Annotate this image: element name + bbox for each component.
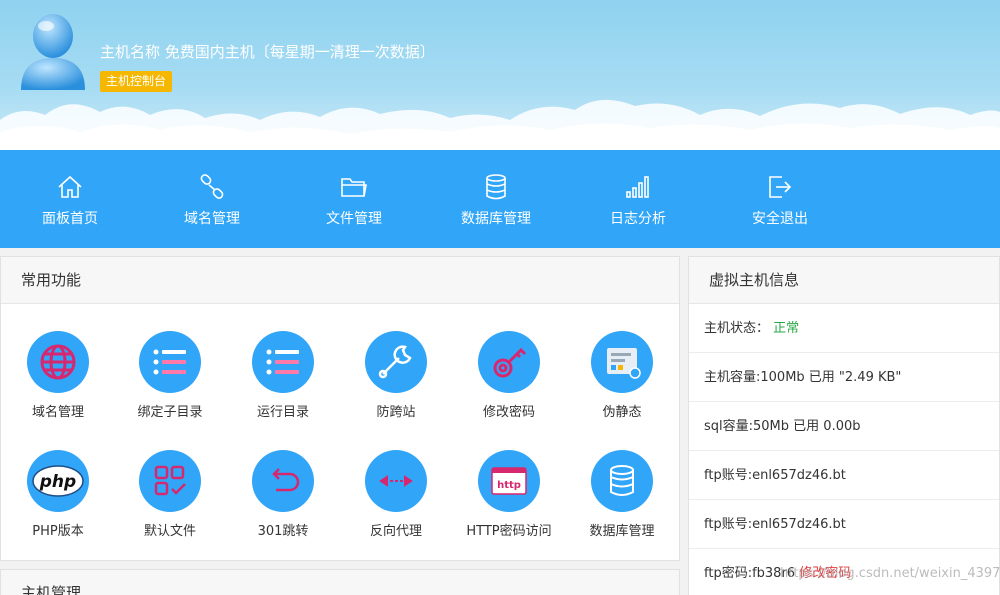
settings-document-icon	[591, 331, 653, 393]
list-icon	[139, 331, 201, 393]
func-label: 反向代理	[369, 524, 422, 539]
svg-text:http: http	[497, 480, 521, 491]
panel-title: 常用功能	[1, 257, 679, 304]
func-label: 修改密码	[482, 405, 535, 420]
nav-label: 数据库管理	[461, 211, 531, 227]
func-domain-management[interactable]: 域名管理	[3, 331, 113, 420]
database-icon	[591, 450, 653, 512]
func-database-management[interactable]: 数据库管理	[567, 450, 677, 539]
func-label: 域名管理	[31, 405, 84, 420]
svg-text:php: php	[39, 472, 76, 492]
nav-item-logs[interactable]: 日志分析	[578, 150, 698, 248]
header-banner: 主机名称 免费国内主机〔每星期一清理一次数据〕 主机控制台	[0, 0, 1000, 150]
ftp-account-row: ftp账号:enl657dz46.bt	[689, 451, 999, 500]
logout-icon	[769, 176, 792, 198]
nav-item-logout[interactable]: 安全退出	[720, 150, 840, 248]
func-label: 默认文件	[143, 524, 196, 539]
func-anti-cross-site[interactable]: 防跨站	[341, 331, 451, 420]
list-icon	[252, 331, 314, 393]
nav-label: 文件管理	[326, 211, 382, 227]
nav-label: 面板首页	[42, 211, 98, 227]
nav-item-domains[interactable]: 域名管理	[152, 150, 272, 248]
func-run-directory[interactable]: 运行目录	[228, 331, 338, 420]
signal-chart-icon	[626, 176, 649, 198]
func-301-redirect[interactable]: 301跳转	[228, 450, 338, 539]
host-management-panel: 主机管理	[0, 569, 680, 595]
nav-label: 域名管理	[184, 211, 240, 227]
func-label: HTTP密码访问	[466, 524, 552, 539]
grid-check-icon	[139, 450, 201, 512]
main-nav: 面板首页 域名管理 文件管理 数据库管理 日志分析 安全退出	[0, 150, 1000, 248]
status-value: 正常	[773, 321, 800, 336]
panel-title: 主机管理	[1, 570, 679, 595]
host-capacity-row: 主机容量:100Mb 已用 "2.49 KB"	[689, 353, 999, 402]
database-icon	[486, 174, 506, 200]
nav-item-files[interactable]: 文件管理	[294, 150, 414, 248]
link-icon	[200, 174, 224, 199]
func-label: 数据库管理	[589, 524, 655, 539]
host-status-row: 主机状态： 正常	[689, 304, 999, 353]
func-rewrite[interactable]: 伪静态	[567, 331, 677, 420]
nav-label: 安全退出	[752, 211, 808, 227]
watermark: https://blog.csdn.net/weixin_43975684	[780, 566, 1000, 581]
func-bind-subdir[interactable]: 绑定子目录	[115, 331, 225, 420]
func-label: 运行目录	[256, 405, 309, 420]
func-label: PHP版本	[32, 524, 84, 539]
panel-title: 虚拟主机信息	[689, 257, 999, 304]
home-icon	[58, 175, 82, 198]
host-title: 主机名称 免费国内主机〔每星期一清理一次数据〕	[100, 43, 435, 61]
sql-capacity-row: sql容量:50Mb 已用 0.00b	[689, 402, 999, 451]
double-arrow-icon	[365, 450, 427, 512]
undo-arrow-icon	[252, 450, 314, 512]
globe-icon	[27, 331, 89, 393]
func-change-password[interactable]: 修改密码	[454, 331, 564, 420]
func-http-password[interactable]: http HTTP密码访问	[454, 450, 564, 539]
nav-item-dashboard[interactable]: 面板首页	[10, 150, 130, 248]
status-label: 主机状态：	[704, 321, 770, 336]
func-php-version[interactable]: php PHP版本	[3, 450, 113, 539]
ftp-account-row: ftp账号:enl657dz46.bt	[689, 500, 999, 549]
php-icon: php	[27, 450, 89, 512]
func-label: 绑定子目录	[137, 405, 203, 420]
nav-label: 日志分析	[610, 211, 666, 227]
wrench-icon	[365, 331, 427, 393]
func-reverse-proxy[interactable]: 反向代理	[341, 450, 451, 539]
functions-panel: 常用功能 域名管理 绑定子目录 运行目录 防跨站 修改密码 伪静态 php PH…	[0, 256, 680, 561]
console-badge: 主机控制台	[100, 71, 173, 92]
key-icon	[478, 331, 540, 393]
func-label: 防跨站	[376, 405, 416, 420]
func-label: 301跳转	[257, 524, 309, 539]
folder-icon	[341, 178, 367, 197]
host-info-panel: 虚拟主机信息 主机状态： 正常 主机容量:100Mb 已用 "2.49 KB" …	[688, 256, 1000, 595]
func-default-file[interactable]: 默认文件	[115, 450, 225, 539]
func-label: 伪静态	[602, 405, 642, 420]
nav-item-database[interactable]: 数据库管理	[436, 150, 556, 248]
user-avatar-icon	[21, 14, 85, 90]
http-icon: http	[478, 450, 540, 512]
